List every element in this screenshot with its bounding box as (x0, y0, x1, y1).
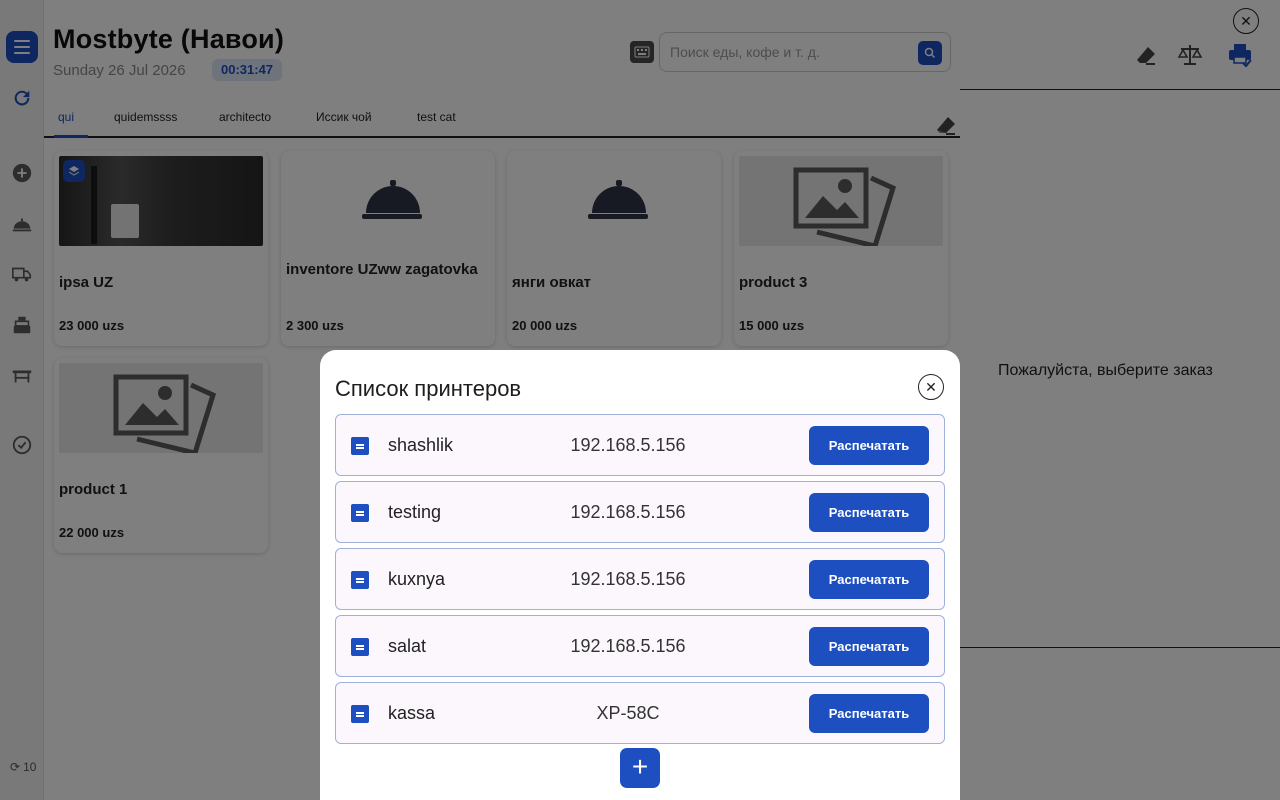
add-printer-button[interactable]: + (620, 748, 660, 788)
document-icon (351, 504, 369, 522)
print-button[interactable]: Распечатать (809, 627, 929, 666)
document-icon (351, 705, 369, 723)
printer-row: shashlik 192.168.5.156 Распечатать (335, 414, 945, 476)
printer-name: salat (388, 636, 427, 656)
printer-address: 192.168.5.156 (570, 435, 686, 455)
printer-address: 192.168.5.156 (570, 636, 686, 656)
printer-list-modal: Список принтеров ✕ shashlik 192.168.5.15… (320, 350, 960, 800)
printer-name: testing (388, 502, 442, 522)
printer-name: kuxnya (388, 569, 446, 589)
printer-row: testing 192.168.5.156 Распечатать (335, 481, 945, 543)
document-icon (351, 571, 369, 589)
print-button[interactable]: Распечатать (809, 694, 929, 733)
printer-row: kassa XP-58C Распечатать (335, 682, 945, 744)
document-icon (351, 638, 369, 656)
print-button[interactable]: Распечатать (809, 560, 929, 599)
document-icon (351, 437, 369, 455)
close-icon[interactable]: ✕ (918, 374, 944, 400)
modal-title: Список принтеров (335, 376, 522, 401)
print-button[interactable]: Распечатать (809, 426, 929, 465)
printer-name: shashlik (388, 435, 454, 455)
printer-address: XP-58C (596, 703, 660, 723)
printer-row: kuxnya 192.168.5.156 Распечатать (335, 548, 945, 610)
printer-name: kassa (388, 703, 436, 723)
printer-address: 192.168.5.156 (570, 569, 686, 589)
printer-address: 192.168.5.156 (570, 502, 686, 522)
printer-row: salat 192.168.5.156 Распечатать (335, 615, 945, 677)
print-button[interactable]: Распечатать (809, 493, 929, 532)
